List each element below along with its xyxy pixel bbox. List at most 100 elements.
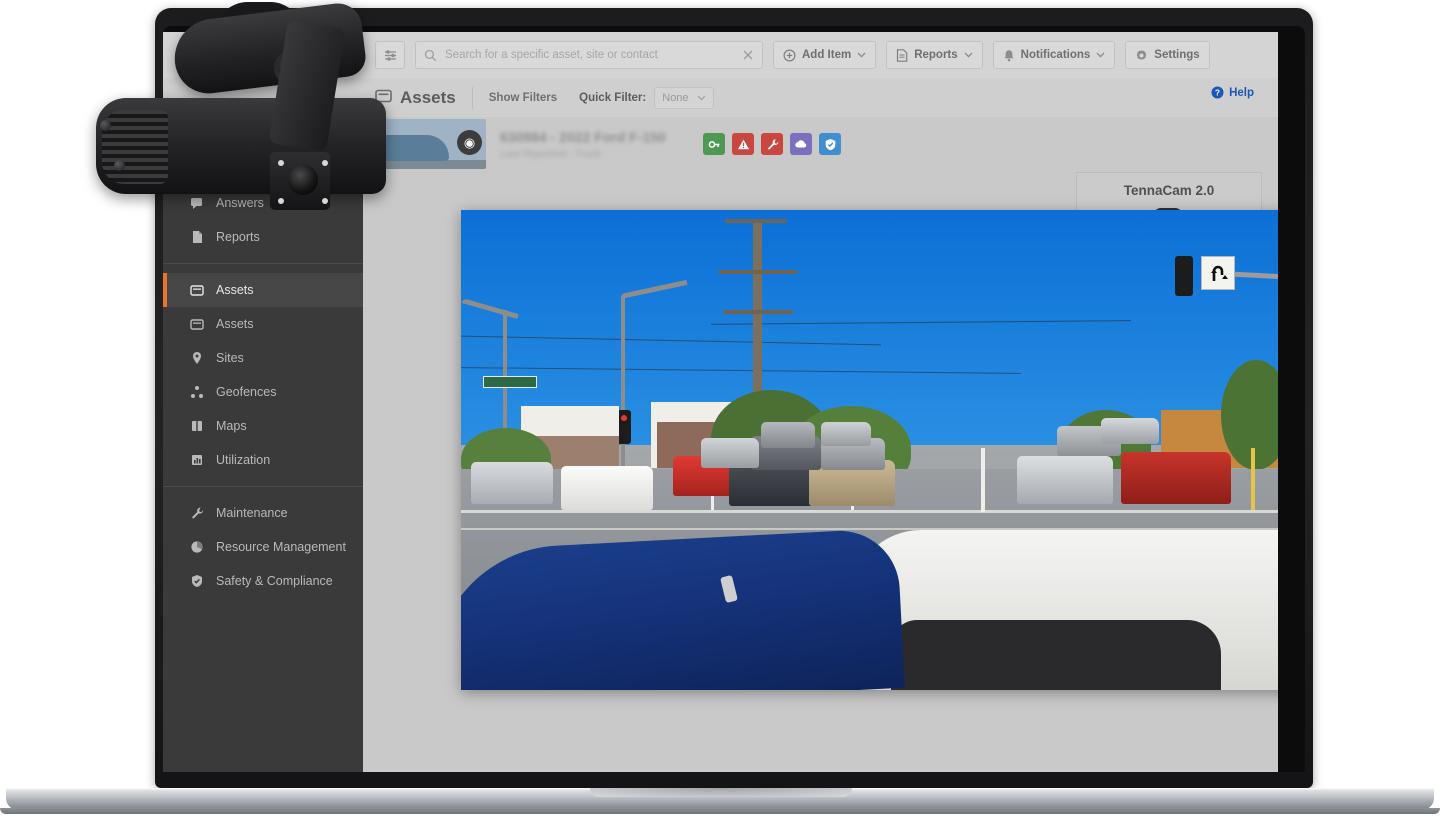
chevron-down-icon — [1096, 52, 1105, 58]
dashcam-device-photo — [88, 0, 418, 220]
quick-filter-label: Quick Filter: — [579, 91, 647, 104]
dashcam-screw — [100, 120, 111, 131]
sidebar-item-safety-compliance[interactable]: Safety & Compliance — [163, 564, 363, 598]
document-icon — [189, 230, 204, 245]
sidebar-item-label: Resource Management — [216, 540, 346, 554]
bell-icon — [1004, 49, 1014, 61]
sidebar-item-reports[interactable]: Reports — [163, 220, 363, 254]
sidebar-item-assets-active[interactable]: Assets — [163, 273, 363, 307]
shield-check-icon — [189, 574, 204, 589]
warning-icon[interactable] — [732, 133, 754, 155]
red-light — [621, 415, 627, 421]
vehicle — [1017, 456, 1113, 504]
screenshot-stage: Dashboard Answers Reports — [0, 0, 1440, 820]
wrench-icon[interactable] — [761, 133, 783, 155]
sidebar-item-utilization[interactable]: Utilization — [163, 443, 363, 477]
sidebar-item-label: Safety & Compliance — [216, 574, 333, 588]
quick-filter-value: None — [662, 91, 689, 104]
asset-text: 630984 - 2022 Ford F-150 Last Reported -… — [500, 129, 666, 160]
settings-button[interactable]: Settings — [1125, 41, 1210, 69]
search-input[interactable]: Search for a specific asset, site or con… — [445, 49, 734, 61]
wrench-icon — [189, 506, 204, 521]
plus-circle-icon — [783, 48, 796, 62]
ir-led — [278, 198, 284, 204]
cloud-icon[interactable] — [790, 133, 812, 155]
pole-crossarm — [725, 219, 787, 223]
asset-row[interactable]: ◉ 630984 - 2022 Ford F-150 Last Reported… — [363, 117, 1063, 171]
key-icon[interactable] — [703, 133, 725, 155]
reports-label: Reports — [914, 49, 958, 61]
assets-icon — [189, 317, 204, 332]
help-label: Help — [1229, 86, 1254, 99]
search-icon — [424, 49, 437, 61]
vehicle — [761, 422, 815, 448]
add-item-label: Add Item — [802, 49, 852, 61]
sidebar-item-sites[interactable]: Sites — [163, 341, 363, 375]
pie-chart-icon — [189, 540, 204, 555]
pole-crossarm — [723, 310, 793, 314]
sidebar-item-label: Sites — [216, 351, 244, 365]
divider — [471, 86, 473, 109]
reports-button[interactable]: Reports — [886, 41, 983, 69]
sidebar-item-label: Assets — [216, 317, 254, 331]
close-icon[interactable] — [742, 49, 754, 61]
pin-icon — [189, 351, 204, 366]
sidebar-item-resource-management[interactable]: Resource Management — [163, 530, 363, 564]
sidebar-item-label: Maintenance — [216, 506, 288, 520]
search-field[interactable]: Search for a specific asset, site or con… — [415, 41, 763, 69]
ego-vehicle-hood — [461, 527, 905, 690]
asset-name: 630984 - 2022 Ford F-150 — [500, 128, 666, 145]
sidebar-item-label: Geofences — [216, 385, 277, 399]
street-name-sign — [483, 376, 537, 388]
asset-subtitle: Last Reported - Truck — [500, 147, 601, 160]
vehicle — [561, 466, 653, 510]
gear-icon — [1136, 49, 1147, 60]
svg-text:?: ? — [1215, 88, 1220, 98]
sidebar-divider — [163, 263, 363, 264]
sidebar-item-label: Assets — [216, 283, 254, 297]
add-item-button[interactable]: Add Item — [773, 41, 877, 69]
sidebar-item-maps[interactable]: Maps — [163, 409, 363, 443]
pole-crossarm — [719, 270, 797, 274]
lane-marking — [981, 448, 985, 512]
shield-icon[interactable] — [819, 133, 841, 155]
sidebar-item-geofences[interactable]: Geofences — [163, 375, 363, 409]
assets-icon — [189, 283, 204, 298]
ir-led — [322, 198, 328, 204]
dashcam-screw — [114, 160, 125, 171]
suv-sunroof — [891, 620, 1221, 690]
help-icon: ? — [1211, 86, 1224, 99]
bar-chart-icon — [189, 453, 204, 468]
sidebar-divider — [163, 486, 363, 487]
map-icon — [189, 419, 204, 434]
ir-led — [322, 160, 328, 166]
turn-restriction-sign — [1201, 256, 1235, 290]
traffic-signal — [1175, 256, 1193, 296]
sidebar-item-maintenance[interactable]: Maintenance — [163, 496, 363, 530]
chevron-down-icon — [857, 52, 866, 58]
dashcam-cabin-lens — [288, 165, 318, 195]
laptop-base-foot — [0, 808, 1440, 814]
sidebar-item-label: Maps — [216, 419, 247, 433]
laptop-base-notch — [590, 788, 852, 797]
document-icon — [897, 48, 908, 62]
ir-led — [278, 160, 284, 166]
vehicle — [471, 462, 553, 504]
sidebar-item-label: Reports — [216, 230, 260, 244]
tire-icon: ◉ — [457, 130, 482, 155]
device-card-title: TennaCam 2.0 — [1123, 183, 1215, 198]
help-link[interactable]: ? Help — [1211, 86, 1254, 99]
center-line — [1251, 448, 1255, 510]
dashcam-vent-grill — [102, 110, 168, 184]
quick-filter-select[interactable]: None — [654, 86, 714, 109]
asset-status-badges — [703, 133, 841, 155]
vehicle — [821, 422, 871, 446]
sidebar-item-assets[interactable]: Assets — [163, 307, 363, 341]
notifications-button[interactable]: Notifications — [992, 41, 1116, 69]
crosswalk-line — [461, 510, 1278, 513]
dashcam-video-player[interactable] — [461, 210, 1278, 690]
show-filters-link[interactable]: Show Filters — [489, 92, 557, 104]
vehicle — [1101, 418, 1159, 444]
notifications-label: Notifications — [1020, 49, 1091, 61]
chevron-down-icon — [697, 95, 706, 101]
